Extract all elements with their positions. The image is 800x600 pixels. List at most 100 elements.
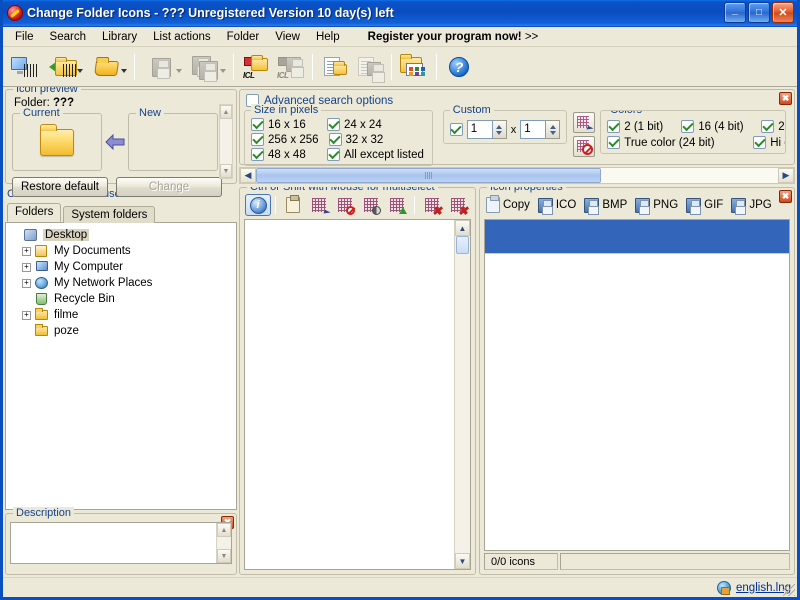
- close-button[interactable]: ✕: [772, 2, 794, 23]
- open-folder-button[interactable]: [85, 50, 129, 84]
- close-icon-properties-button[interactable]: ✖: [779, 190, 792, 203]
- custom-size-checkbox[interactable]: [449, 123, 463, 136]
- description-textarea[interactable]: ▲ ▼: [10, 522, 232, 564]
- hscroll-track[interactable]: [256, 168, 778, 183]
- menu-item-file[interactable]: File: [7, 29, 42, 45]
- register-link[interactable]: Register your program now! >>: [362, 29, 545, 45]
- copy-button[interactable]: Copy: [486, 195, 530, 213]
- chevron-down-icon[interactable]: [220, 68, 226, 73]
- checkbox-icon[interactable]: [681, 120, 695, 133]
- custom-height-input[interactable]: 1: [520, 120, 547, 139]
- save-all-button[interactable]: [184, 50, 228, 84]
- tab-folders[interactable]: Folders: [7, 203, 62, 222]
- description-scrollbar[interactable]: ▲ ▼: [216, 523, 231, 563]
- size-option-32[interactable]: 32 x 32: [328, 133, 395, 146]
- deselect-all-sizes-button[interactable]: [573, 136, 596, 157]
- checkbox-icon[interactable]: [761, 120, 775, 133]
- custom-width-arrows[interactable]: [492, 120, 507, 139]
- checkbox-icon[interactable]: [753, 136, 767, 149]
- size-option-256[interactable]: 256 x 256: [251, 133, 319, 146]
- menu-item-view[interactable]: View: [267, 29, 308, 45]
- restore-default-button[interactable]: Restore default: [12, 177, 108, 197]
- custom-height-arrows[interactable]: [546, 120, 561, 139]
- select-all-button[interactable]: [306, 194, 332, 217]
- chevron-down-icon[interactable]: [176, 68, 182, 73]
- save-ico-button[interactable]: ICO: [537, 197, 576, 215]
- custom-width-input[interactable]: 1: [466, 120, 493, 139]
- expand-icon[interactable]: +: [22, 262, 31, 272]
- tab-system-folders[interactable]: System folders: [63, 206, 156, 223]
- checkbox-icon[interactable]: [327, 118, 340, 131]
- scroll-up-icon[interactable]: ▲: [217, 523, 231, 537]
- scan-folder-button[interactable]: [41, 50, 85, 84]
- menu-item-folder[interactable]: Folder: [219, 29, 268, 45]
- checkbox-icon[interactable]: [327, 148, 340, 161]
- color-option-16[interactable]: 16 (4 bit): [681, 120, 749, 133]
- scroll-left-icon[interactable]: ◀: [240, 168, 256, 183]
- save-list-button[interactable]: [352, 50, 386, 84]
- checkbox-icon[interactable]: [251, 133, 264, 146]
- advanced-search-row[interactable]: Advanced search options: [246, 94, 790, 107]
- size-option-all-except-listed[interactable]: All except listed: [327, 148, 424, 161]
- checkbox-icon[interactable]: [607, 136, 621, 149]
- minimize-button[interactable]: _: [724, 2, 746, 23]
- tree-item-my-computer[interactable]: + My Computer: [8, 259, 234, 275]
- info-button[interactable]: i: [245, 194, 271, 216]
- size-option-16[interactable]: 16 x 16: [251, 118, 317, 131]
- icon-list-canvas[interactable]: [245, 220, 454, 569]
- icon-properties-list[interactable]: [484, 219, 790, 551]
- menu-item-search[interactable]: Search: [42, 29, 94, 45]
- select-all-sizes-button[interactable]: [573, 112, 596, 133]
- custom-width-stepper[interactable]: 1: [466, 120, 507, 139]
- checkbox-icon[interactable]: [328, 133, 342, 146]
- selected-row[interactable]: [485, 220, 789, 254]
- open-icl-button[interactable]: ICL: [239, 50, 273, 84]
- menu-item-library[interactable]: Library: [94, 29, 145, 45]
- size-option-48[interactable]: 48 x 48: [251, 148, 317, 161]
- chevron-down-icon[interactable]: [121, 68, 127, 73]
- tree-item-recycle-bin[interactable]: Recycle Bin: [8, 291, 234, 307]
- icon-list-scrollbar[interactable]: ▲ ▼: [454, 220, 470, 569]
- expand-icon[interactable]: +: [22, 310, 31, 320]
- scroll-down-icon[interactable]: ▼: [217, 549, 231, 563]
- size-option-24[interactable]: 24 x 24: [327, 118, 393, 131]
- icon-preview-scrollbar[interactable]: ▲ ▼: [219, 104, 233, 179]
- menu-item-help[interactable]: Help: [308, 29, 348, 45]
- resize-grip[interactable]: [783, 584, 795, 596]
- hscroll-thumb[interactable]: [256, 168, 601, 183]
- invert-selection-button[interactable]: [358, 194, 384, 216]
- save-png-button[interactable]: PNG: [635, 197, 678, 215]
- expand-icon[interactable]: +: [22, 278, 31, 288]
- add-icons-button[interactable]: [384, 194, 410, 216]
- scan-computer-button[interactable]: [7, 50, 41, 84]
- color-option-true-color[interactable]: True color (24 bit): [607, 136, 741, 149]
- scroll-down-icon[interactable]: ▼: [220, 164, 232, 178]
- expand-icon[interactable]: +: [22, 246, 31, 256]
- scroll-up-icon[interactable]: ▲: [220, 105, 232, 119]
- tree-item-desktop[interactable]: Desktop: [8, 227, 234, 243]
- remove-selected-button[interactable]: ✖: [419, 194, 445, 217]
- spin-up-icon[interactable]: [549, 124, 556, 129]
- spin-down-icon[interactable]: [549, 130, 556, 135]
- save-jpg-button[interactable]: JPG: [731, 197, 772, 215]
- scroll-track[interactable]: [455, 254, 470, 553]
- new-icon-box[interactable]: New: [128, 107, 218, 171]
- checkbox-icon[interactable]: [251, 118, 264, 131]
- save-gif-button[interactable]: GIF: [686, 197, 723, 215]
- color-option-hi-color[interactable]: Hi c: [753, 136, 785, 149]
- folder-tree[interactable]: Desktop + My Documents + My Computer + M…: [5, 222, 237, 510]
- help-button[interactable]: ?: [442, 50, 476, 84]
- tree-item-my-documents[interactable]: + My Documents: [8, 243, 234, 259]
- menu-item-list-actions[interactable]: List actions: [145, 29, 219, 45]
- paste-button[interactable]: [280, 194, 306, 216]
- scroll-thumb[interactable]: [456, 236, 469, 254]
- library-button[interactable]: [397, 50, 431, 84]
- spin-down-icon[interactable]: [496, 130, 503, 135]
- save-bmp-button[interactable]: BMP: [584, 197, 627, 215]
- maximize-button[interactable]: □: [748, 2, 770, 23]
- open-list-button[interactable]: [318, 50, 352, 84]
- change-button[interactable]: Change: [116, 177, 222, 197]
- color-option-256[interactable]: 256: [761, 120, 785, 133]
- close-search-options-button[interactable]: ✖: [779, 92, 792, 105]
- deselect-all-button[interactable]: [332, 194, 358, 216]
